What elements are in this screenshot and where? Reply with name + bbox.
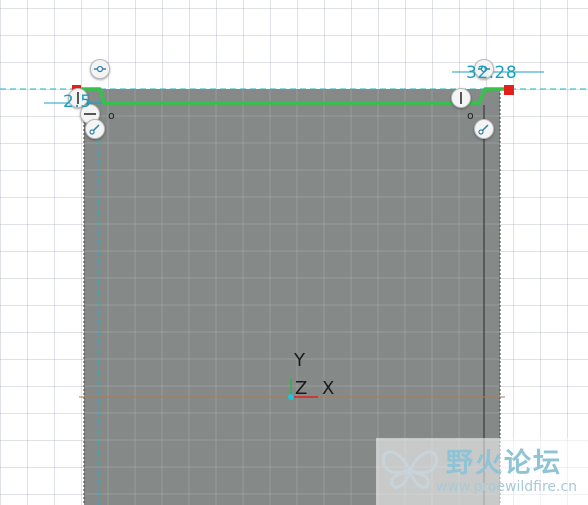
right-endpoint-marker[interactable] [504, 85, 514, 95]
tangent-constraint-handle-right[interactable] [474, 119, 494, 139]
y-axis-label: Y [294, 350, 305, 371]
butterfly-logo [381, 450, 439, 489]
watermark: 野火论坛 www.proewildfire.cn [376, 438, 588, 505]
watermark-title: 野火论坛 [446, 448, 562, 479]
z-axis-label: Z [295, 378, 308, 399]
tangent-constraint-icon [89, 124, 100, 135]
pin-handle-top-left[interactable] [90, 59, 110, 79]
vertical-constraint-handle-right[interactable] [451, 88, 471, 108]
tangent-constraint-icon [478, 124, 489, 135]
origin-point [288, 394, 294, 400]
dimension-left-value[interactable]: 2.5 [63, 92, 92, 112]
tangent-constraint-handle-left[interactable] [85, 119, 105, 139]
x-axis-label: X [322, 378, 335, 399]
dimension-right-value[interactable]: 32.28 [466, 63, 517, 83]
vertical-constraint-icon [460, 92, 462, 104]
left-midpoint-marker: o [108, 109, 115, 122]
right-midpoint-marker: o [467, 109, 474, 122]
pin-icon [94, 65, 106, 73]
watermark-url: www.proewildfire.cn [436, 479, 578, 495]
